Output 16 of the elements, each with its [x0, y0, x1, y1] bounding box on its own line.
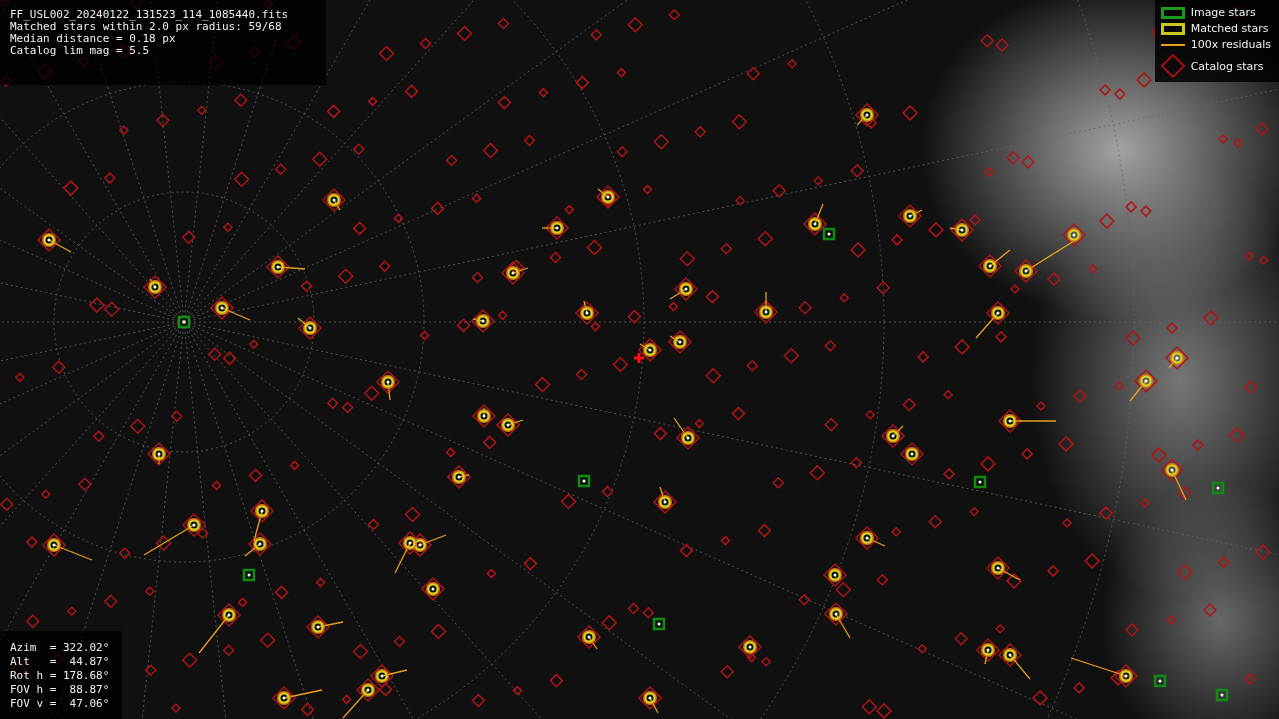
- info-text: FF_USL002_20240122_131523_114_1085440.fits: [10, 9, 290, 21]
- pointing-text: FOV h = 88.87°: [10, 683, 111, 697]
- pointing-text: Alt = 44.87°: [10, 655, 111, 669]
- pointing-text: Azim = 322.02°: [10, 641, 111, 655]
- info-text: Matched stars within 2.0 px radius: 59/68: [10, 21, 282, 33]
- pointing-text: FOV v = 47.06°: [10, 697, 111, 711]
- square-outline-icon: [1160, 6, 1185, 19]
- legend-label: 100x residuals: [1190, 38, 1271, 51]
- pointing-text: Rot h = 178.68°: [10, 669, 111, 683]
- legend-label: Image stars: [1190, 6, 1257, 19]
- rectangle-outline-icon: [1160, 22, 1185, 35]
- legend-label: Matched stars: [1190, 22, 1270, 35]
- legend-label: Catalog stars: [1190, 59, 1265, 73]
- diamond-icon: [1160, 54, 1185, 78]
- info-text: Catalog lim mag = 5.5: [10, 45, 151, 57]
- info-text: Median distance = 0.18 px: [10, 33, 177, 45]
